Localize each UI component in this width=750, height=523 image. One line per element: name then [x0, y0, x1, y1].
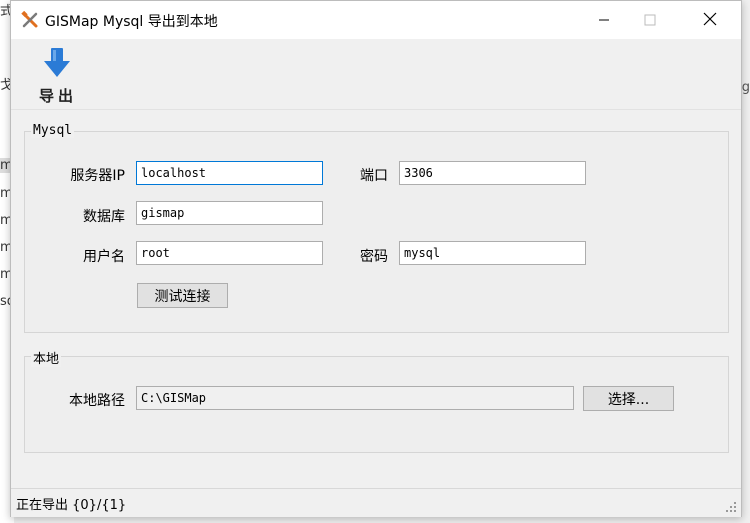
download-arrow-icon: [43, 47, 71, 79]
server-ip-label: 服务器IP: [70, 168, 125, 184]
port-label: 端口: [360, 168, 388, 184]
local-path-label: 本地路径: [69, 393, 125, 409]
close-icon: [703, 11, 717, 30]
resize-grip-icon[interactable]: [725, 501, 737, 513]
password-label: 密码: [360, 249, 388, 265]
export-label: 导出: [39, 87, 78, 105]
local-path-input[interactable]: C:\GISMap: [136, 386, 574, 410]
username-input[interactable]: root: [136, 241, 323, 265]
window-title: GISMap Mysql 导出到本地: [45, 14, 218, 30]
close-button[interactable]: [687, 1, 733, 39]
test-connection-button[interactable]: 测试连接: [137, 283, 228, 308]
server-ip-input[interactable]: localhost: [136, 161, 323, 185]
port-input[interactable]: 3306: [399, 161, 586, 185]
title-bar[interactable]: GISMap Mysql 导出到本地: [11, 1, 741, 39]
database-label: 数据库: [83, 209, 125, 225]
mysql-group-legend: Mysql: [31, 123, 75, 138]
export-dialog: GISMap Mysql 导出到本地 导出 Mysql 服务器IP localh…: [10, 0, 742, 517]
status-bar: 正在导出 {0}/{1}: [11, 488, 741, 517]
maximize-button[interactable]: [627, 1, 673, 39]
tools-icon: [21, 10, 39, 29]
minimize-icon: [598, 11, 610, 30]
password-input[interactable]: mysql: [399, 241, 586, 265]
mysql-group: Mysql: [24, 123, 729, 333]
maximize-icon: [644, 11, 656, 30]
toolbar: 导出: [11, 39, 741, 110]
username-label: 用户名: [83, 249, 125, 265]
export-button[interactable]: 导出: [27, 45, 87, 105]
local-group-legend: 本地: [31, 348, 62, 367]
minimize-button[interactable]: [581, 1, 627, 39]
database-input[interactable]: gismap: [136, 201, 323, 225]
choose-path-button[interactable]: 选择...: [583, 386, 674, 411]
status-text: 正在导出 {0}/{1}: [16, 498, 127, 513]
